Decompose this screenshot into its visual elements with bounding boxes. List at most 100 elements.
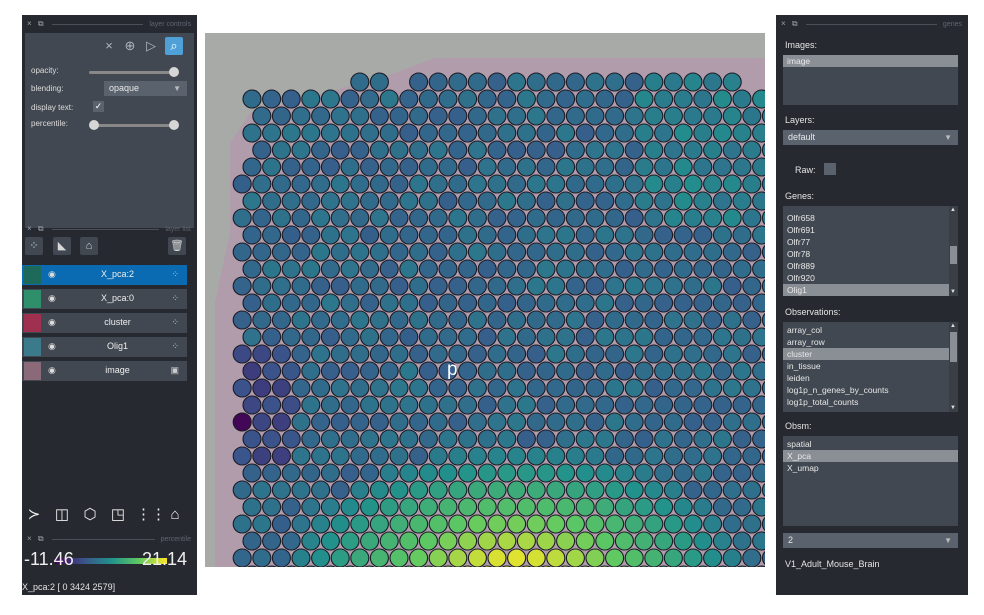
list-item[interactable]: in_tissue xyxy=(783,360,958,372)
opacity-slider[interactable] xyxy=(89,67,179,77)
spot-marker xyxy=(252,208,272,228)
percentile-min-handle[interactable] xyxy=(89,120,99,130)
dock-close-float-icon[interactable]: × ⧉ xyxy=(27,534,46,544)
spot-marker xyxy=(360,327,380,347)
spot-marker xyxy=(232,310,252,330)
layer-row[interactable]: ◉ cluster ⁘ xyxy=(22,313,187,333)
visibility-eye-icon[interactable]: ◉ xyxy=(48,341,56,352)
list-item[interactable]: leiden xyxy=(783,372,958,384)
roll-dims-icon[interactable]: ⬡ xyxy=(80,505,100,525)
spot-marker xyxy=(722,72,742,92)
scrollbar-thumb[interactable] xyxy=(950,332,957,362)
scrollbar[interactable]: ▲ ▼ xyxy=(949,206,958,296)
layer-name[interactable]: image xyxy=(70,365,165,375)
list-item[interactable]: Olfr78 xyxy=(783,248,958,260)
layer-name[interactable]: cluster xyxy=(70,317,165,327)
list-item[interactable]: Olfr658 xyxy=(783,212,958,224)
spot-marker xyxy=(252,242,272,262)
list-item[interactable]: Olfr691 xyxy=(783,224,958,236)
console-icon[interactable]: ≻ xyxy=(24,505,44,525)
spot-marker xyxy=(565,242,585,262)
display-text-checkbox[interactable]: ✓ xyxy=(93,101,104,112)
spot-marker xyxy=(546,106,566,126)
select-icon[interactable]: ▷ xyxy=(142,37,160,55)
spot-marker xyxy=(497,225,517,245)
spot-plot[interactable] xyxy=(205,33,765,567)
visibility-eye-icon[interactable]: ◉ xyxy=(48,293,56,304)
spot-marker xyxy=(458,259,478,279)
list-item[interactable]: X_pca xyxy=(783,450,958,462)
list-item[interactable]: cluster xyxy=(783,348,958,360)
spot-marker xyxy=(526,446,546,466)
new-points-layer-icon[interactable]: ⁘ xyxy=(25,237,43,255)
add-points-icon[interactable]: ⊕ xyxy=(121,37,139,55)
scrollbar-thumb[interactable] xyxy=(950,246,957,264)
spot-marker xyxy=(232,276,252,296)
list-item[interactable]: array_row xyxy=(783,336,958,348)
raw-checkbox[interactable] xyxy=(824,163,836,175)
scroll-down-icon[interactable]: ▼ xyxy=(950,405,956,411)
pan-zoom-icon[interactable]: ⌕ xyxy=(165,37,183,55)
layer-row[interactable]: ◉ Olig1 ⁘ xyxy=(22,337,187,357)
scrollbar[interactable]: ▲ ▼ xyxy=(949,322,958,412)
list-item[interactable]: spatial xyxy=(783,438,958,450)
spot-marker xyxy=(556,293,576,313)
percentile-max-handle[interactable] xyxy=(169,120,179,130)
spot-marker xyxy=(585,208,605,228)
dock-close-float-icon[interactable]: × ⧉ xyxy=(27,19,46,29)
spot-marker xyxy=(605,412,625,432)
home-icon[interactable]: ⌂ xyxy=(165,505,185,525)
spot-marker xyxy=(399,531,419,551)
visibility-eye-icon[interactable]: ◉ xyxy=(48,365,56,376)
viewer-canvas[interactable]: p xyxy=(205,33,765,567)
list-item[interactable]: Olig1 xyxy=(783,284,958,296)
layer-row[interactable]: ◉ image ▣ xyxy=(22,361,187,381)
list-item[interactable]: image xyxy=(783,55,958,67)
observations-list[interactable]: array_col array_row cluster in_tissue leiden… xyxy=(783,322,958,412)
scroll-up-icon[interactable]: ▲ xyxy=(950,323,956,329)
list-item[interactable]: log1p_n_genes_by_counts xyxy=(783,384,958,396)
visibility-eye-icon[interactable]: ◉ xyxy=(48,269,56,280)
new-labels-layer-icon[interactable]: ⌂ xyxy=(80,237,98,255)
blending-select[interactable]: opaque ▼ xyxy=(104,81,187,96)
spot-marker xyxy=(663,412,683,432)
spot-marker xyxy=(242,327,262,347)
layer-row[interactable]: ◉ X_pca:0 ⁘ xyxy=(22,289,187,309)
spot-marker xyxy=(311,276,331,296)
dock-close-float-icon[interactable]: × ⧉ xyxy=(27,224,46,234)
ndisplay-icon[interactable]: ◫ xyxy=(52,505,72,525)
list-item[interactable]: array_col xyxy=(783,324,958,336)
delete-points-icon[interactable]: × xyxy=(100,37,118,55)
scroll-up-icon[interactable]: ▲ xyxy=(950,207,956,213)
list-item[interactable]: log1p_total_counts xyxy=(783,396,958,408)
dock-close-float-icon[interactable]: × ⧉ xyxy=(781,19,800,29)
list-item[interactable]: Olfr920 xyxy=(783,272,958,284)
spot-marker xyxy=(379,259,399,279)
spot-marker xyxy=(360,429,380,449)
list-item[interactable]: X_umap xyxy=(783,462,958,474)
layers-select[interactable]: default ▼ xyxy=(783,130,958,145)
new-shapes-layer-icon[interactable]: ◣ xyxy=(53,237,71,255)
obsm-list[interactable]: spatial X_pca X_umap xyxy=(783,436,958,526)
spot-marker xyxy=(369,412,389,432)
list-item[interactable]: Olfr889 xyxy=(783,260,958,272)
visibility-eye-icon[interactable]: ◉ xyxy=(48,317,56,328)
spot-marker xyxy=(673,497,693,517)
grid-icon[interactable]: ⋮⋮ xyxy=(136,505,166,525)
percentile-range-slider[interactable] xyxy=(89,120,179,130)
layer-row[interactable]: ◉ X_pca:2 ⁘ xyxy=(22,265,187,285)
spot-marker xyxy=(732,157,752,177)
scroll-down-icon[interactable]: ▼ xyxy=(950,289,956,295)
spot-marker xyxy=(301,497,321,517)
spot-marker xyxy=(389,242,409,262)
delete-layer-icon[interactable]: 🗑 xyxy=(168,237,186,255)
opacity-slider-handle[interactable] xyxy=(169,67,179,77)
genes-list[interactable]: Olfr658 Olfr691 Olfr77 Olfr78 Olfr889 Olfr920… xyxy=(783,206,958,296)
layer-name[interactable]: X_pca:0 xyxy=(70,293,165,303)
list-item[interactable]: Olfr77 xyxy=(783,236,958,248)
images-list[interactable]: image xyxy=(783,55,958,105)
layer-name[interactable]: X_pca:2 xyxy=(70,269,165,279)
layer-name[interactable]: Olig1 xyxy=(70,341,165,351)
obsm-dim-select[interactable]: 2 ▼ xyxy=(783,533,958,548)
transpose-icon[interactable]: ◳ xyxy=(108,505,128,525)
